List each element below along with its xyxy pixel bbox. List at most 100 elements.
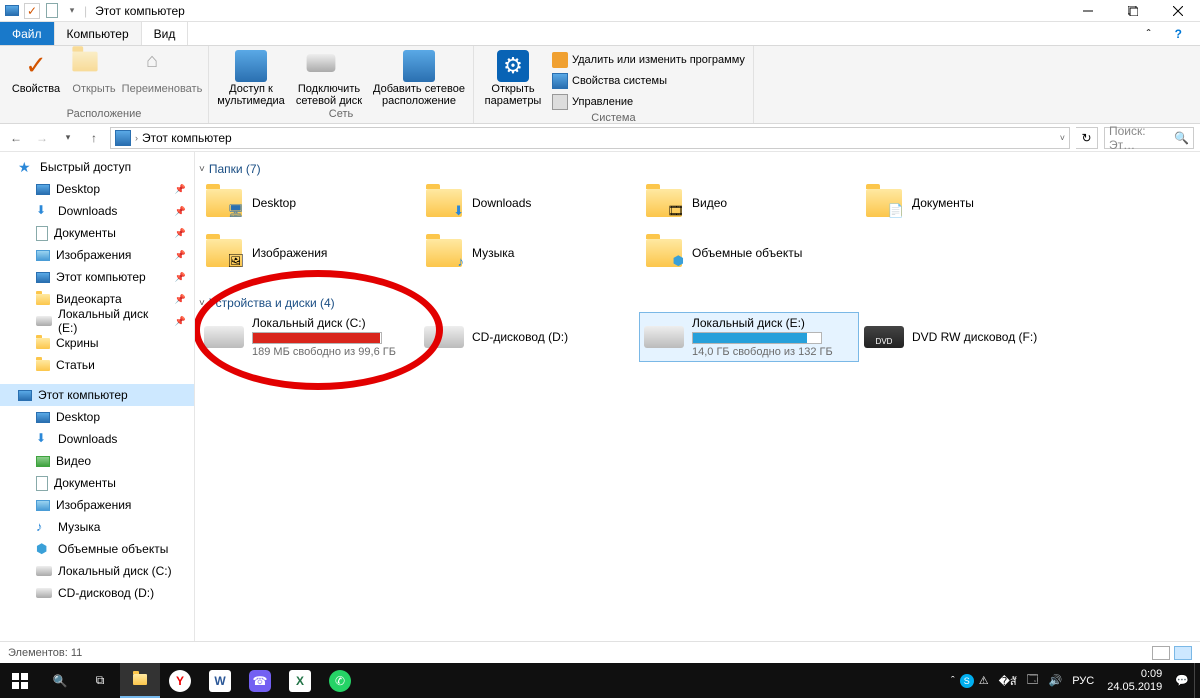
window-title: Этот компьютер [95,4,185,18]
tray-network-icon[interactable]: ⚠ [974,674,994,687]
yandex-taskbar-button[interactable]: Y [169,670,191,692]
close-button[interactable] [1155,0,1200,22]
folder-icon: ♪ [424,233,464,273]
navigation-pane[interactable]: ★Быстрый доступ Desktop📌 ⬇Downloads📌 Док… [0,152,195,641]
folder-item[interactable]: 🖼 Изображения [199,228,419,278]
folder-item[interactable]: ⬢ Объемные объекты [639,228,859,278]
nav-back-button[interactable]: ← [6,128,26,148]
device-subtext: 14,0 ГБ свободно из 132 ГБ [692,346,854,358]
qat-doc-icon[interactable] [44,3,60,19]
qat-dropdown-icon[interactable]: ▾ [64,3,80,19]
ribbon-collapse-icon[interactable]: ˆ [1135,22,1163,45]
maximize-button[interactable] [1110,0,1155,22]
view-tiles-button[interactable] [1174,646,1192,660]
nav-downloads2[interactable]: ⬇Downloads [0,428,194,450]
whatsapp-taskbar-button[interactable]: ✆ [329,670,351,692]
status-bar: Элементов: 11 [0,641,1200,663]
pin-icon: 📌 [175,206,186,217]
nav-video2[interactable]: Видео [0,450,194,472]
device-name: CD-дисковод (D:) [472,330,634,344]
folder-icon: ⬇ [424,183,464,223]
nav-cd-d[interactable]: CD-дисковод (D:) [0,582,194,604]
tray-language[interactable]: РУС [1067,675,1099,687]
tray-battery-icon[interactable]: 🗔 [1022,671,1044,690]
refresh-button[interactable]: ↻ [1076,127,1098,149]
nav-downloads[interactable]: ⬇Downloads📌 [0,200,194,222]
nav-documents2[interactable]: Документы [0,472,194,494]
nav-quick-access[interactable]: ★Быстрый доступ [0,156,194,178]
minimize-button[interactable] [1065,0,1110,22]
folder-item[interactable]: 🖥Desktop [199,178,419,228]
tab-file[interactable]: Файл [0,22,55,45]
capacity-bar [692,332,822,344]
nav-desktop2[interactable]: Desktop [0,406,194,428]
nav-pictures2[interactable]: Изображения [0,494,194,516]
folder-item[interactable]: 🎞Видео [639,178,859,228]
nav-thispc-quick[interactable]: Этот компьютер📌 [0,266,194,288]
drive-icon [644,317,684,357]
device-item[interactable]: DVDDVD RW дисковод (F:) [859,312,1079,362]
nav-screens[interactable]: Скрины [0,332,194,354]
folder-icon: ⬢ [644,233,684,273]
tray-skype-icon[interactable]: S [960,674,974,688]
map-drive-button[interactable]: Подключить сетевой диск [291,48,367,107]
tray-clock[interactable]: 0:0924.05.2019 [1099,668,1170,694]
nav-desktop[interactable]: Desktop📌 [0,178,194,200]
tab-computer[interactable]: Компьютер [55,22,142,45]
folder-name: Изображения [252,246,414,260]
tray-notifications-icon[interactable]: 💬 [1170,674,1194,687]
tray-overflow-icon[interactable]: ˆ [946,675,960,687]
device-item[interactable]: Локальный диск (E:)14,0 ГБ свободно из 1… [639,312,859,362]
device-item[interactable]: Локальный диск (C:)189 МБ свободно из 99… [199,312,419,362]
show-desktop-button[interactable] [1194,663,1200,698]
nav-music2[interactable]: ♪Музыка [0,516,194,538]
nav-local-e-quick[interactable]: Локальный диск (E:)📌 [0,310,194,332]
rename-button[interactable]: ⌂ Переименовать [122,48,202,95]
search-taskbar-button[interactable]: 🔍 [40,663,80,698]
open-settings-button[interactable]: ⚙ Открыть параметры [480,48,546,107]
excel-taskbar-button[interactable]: X [289,670,311,692]
view-details-button[interactable] [1152,646,1170,660]
nav-recent-button[interactable]: ▾ [58,128,78,148]
system-properties-button[interactable]: Свойства системы [550,71,747,91]
section-devices-header[interactable]: ˅Устройства и диски (4) [199,294,1196,312]
start-button[interactable] [0,663,40,698]
viber-taskbar-button[interactable]: ☎ [249,670,271,692]
nav-objects[interactable]: ⬢Объемные объекты [0,538,194,560]
manage-button[interactable]: Управление [550,92,747,112]
drive-icon: DVD [864,317,904,357]
nav-local-c[interactable]: Локальный диск (C:) [0,560,194,582]
nav-forward-button[interactable]: → [32,128,52,148]
properties-button[interactable]: ✓ Свойства [6,48,66,95]
pin-icon: 📌 [175,184,186,195]
nav-pictures[interactable]: Изображения📌 [0,244,194,266]
qat-check-icon[interactable]: ✓ [24,3,40,19]
word-taskbar-button[interactable]: W [209,670,231,692]
tab-view[interactable]: Вид [142,22,189,45]
breadcrumb[interactable]: › Этот компьютер ˅ [110,127,1070,149]
folder-name: Объемные объекты [692,246,854,260]
tray-volume-icon[interactable]: 🔊 [1044,674,1068,687]
folder-item[interactable]: 📄Документы [859,178,1079,228]
add-network-button[interactable]: Добавить сетевое расположение [371,48,467,107]
nav-thispc[interactable]: Этот компьютер [0,384,194,406]
explorer-taskbar-button[interactable] [120,663,160,698]
media-access-button[interactable]: Доступ к мультимедиа [215,48,287,107]
nav-up-button[interactable]: ↑ [84,128,104,148]
device-item[interactable]: CD-дисковод (D:) [419,312,639,362]
folder-item[interactable]: ⬇Downloads [419,178,639,228]
section-folders-header[interactable]: ˅Папки (7) [199,160,1196,178]
folder-icon: 📄 [864,183,904,223]
folder-icon: 🖼 [204,233,244,273]
content-pane[interactable]: ˅Папки (7) 🖥Desktop⬇Downloads🎞Видео📄Доку… [195,152,1200,641]
search-input[interactable]: Поиск: Эт…🔍 [1104,127,1194,149]
uninstall-program-button[interactable]: Удалить или изменить программу [550,50,747,70]
task-view-button[interactable]: ⧉ [80,663,120,698]
open-button[interactable]: Открыть [70,48,118,95]
help-icon[interactable]: ? [1163,22,1194,45]
folder-item[interactable]: ♪Музыка [419,228,639,278]
nav-documents[interactable]: Документы📌 [0,222,194,244]
tray-wifi-icon[interactable]: �สั [994,672,1022,690]
nav-articles[interactable]: Статьи [0,354,194,376]
breadcrumb-dropdown-icon[interactable]: ˅ [1060,133,1065,143]
